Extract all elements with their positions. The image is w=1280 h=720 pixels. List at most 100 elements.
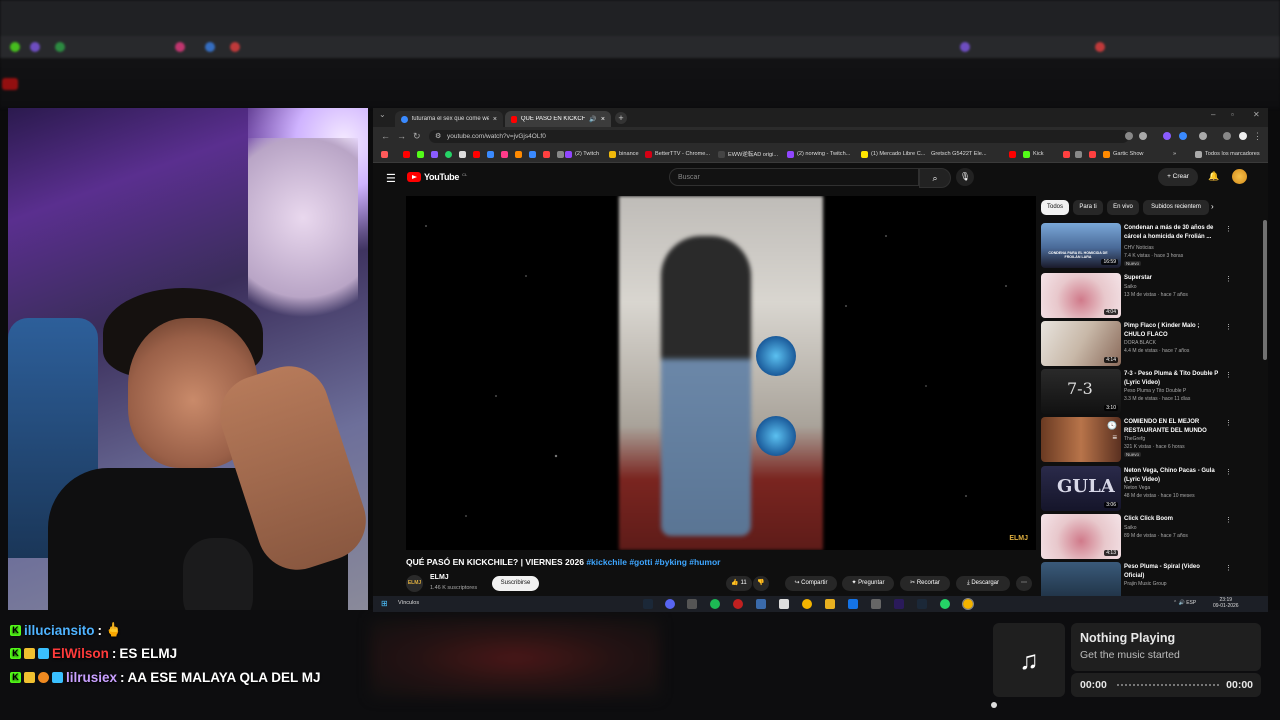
watch-later-icon[interactable]: 🕓: [1107, 421, 1117, 430]
more-vertical-icon[interactable]: ⋮: [1225, 371, 1232, 379]
recommendation-channel[interactable]: Prajin Music Group: [1124, 581, 1167, 587]
speaker-icon[interactable]: 🔊: [589, 116, 596, 123]
bookmark-icon[interactable]: [515, 148, 522, 160]
recommendation-title[interactable]: Click Click Boom: [1124, 515, 1221, 524]
search-button[interactable]: ⌕: [919, 168, 951, 188]
more-vertical-icon[interactable]: ⋮: [1225, 225, 1232, 233]
add-to-queue-icon[interactable]: ≡: [1112, 433, 1117, 442]
bookmark-mercadolibre[interactable]: (1) Mercado Libre C...: [861, 148, 925, 160]
recommendation-channel[interactable]: Neton Vega: [1124, 485, 1150, 491]
chrome-active-icon[interactable]: [962, 598, 974, 610]
recommendation-channel[interactable]: DORA BLACK: [1124, 340, 1156, 346]
whatsapp-icon[interactable]: [445, 148, 452, 160]
bookmark-icon[interactable]: [473, 148, 480, 160]
chat-username[interactable]: lilrusiex: [66, 670, 117, 685]
chip-todos[interactable]: Todos: [1041, 200, 1069, 215]
bookmark-binance[interactable]: binance: [609, 148, 639, 160]
system-tray[interactable]: ⌃ 🔊 ESP: [1173, 600, 1196, 606]
recommendation-channel[interactable]: TheGrefg: [1124, 436, 1145, 442]
more-vertical-icon[interactable]: ⋮: [1225, 564, 1231, 572]
recommendation-title[interactable]: Peso Pluma - Spiral (Video Oficial): [1124, 563, 1221, 580]
recommendation-item[interactable]: 7-3 3:10 7-3 - Peso Pluma & Tito Double …: [1041, 369, 1232, 415]
bookmark-norwing-twitch[interactable]: (2) norwing - Twitch...: [787, 148, 850, 160]
chip-en-vivo[interactable]: En vivo: [1107, 200, 1139, 215]
new-tab-button[interactable]: +: [615, 112, 627, 124]
bookmark-icon[interactable]: [1075, 148, 1082, 160]
chat-username[interactable]: illuciansito: [24, 623, 95, 638]
bookmark-icon[interactable]: [1009, 148, 1016, 160]
app-icon[interactable]: [733, 599, 743, 609]
video-thumbnail[interactable]: CONDENA PARA EL HOMICIDA DE FROILÁN LARA…: [1041, 223, 1121, 268]
recommendation-item[interactable]: GULA 3:06 Neton Vega, Chino Pacas - Gula…: [1041, 466, 1232, 512]
bookmark-icon[interactable]: [431, 148, 438, 160]
progress-track[interactable]: [1117, 684, 1219, 688]
bookmark-star-icon[interactable]: [1139, 132, 1147, 140]
spotify-icon[interactable]: [710, 599, 720, 609]
create-button[interactable]: + Crear: [1158, 168, 1198, 186]
bookmark-icon[interactable]: [557, 148, 564, 160]
chrome-icon[interactable]: [802, 599, 812, 609]
forward-icon[interactable]: →: [397, 131, 406, 141]
bookmark-icon[interactable]: [529, 148, 536, 160]
extensions-puzzle-icon[interactable]: [1199, 132, 1207, 140]
more-vertical-icon[interactable]: ⋮: [1225, 419, 1232, 427]
close-tab-icon[interactable]: ×: [601, 116, 605, 123]
bookmark-eww[interactable]: EWW逆転AD origi...: [718, 148, 778, 160]
address-bar[interactable]: ⚙ youtube.com/watch?v=jvGjs4OLf0: [429, 130, 1129, 143]
recommendation-title[interactable]: Condenan a más de 30 años de cárcel a ho…: [1124, 224, 1221, 241]
avatar[interactable]: [1232, 169, 1247, 184]
reload-icon[interactable]: ↻: [413, 131, 421, 142]
windows-start-icon[interactable]: ⊞: [381, 599, 388, 608]
bookmark-icon[interactable]: [501, 148, 508, 160]
progress-handle[interactable]: [991, 702, 997, 708]
notifications-bell-icon[interactable]: 🔔: [1208, 171, 1219, 182]
chip-para-ti[interactable]: Para ti: [1073, 200, 1103, 215]
bookmark-kick[interactable]: Kick: [1023, 148, 1044, 160]
bookmark-gretsch[interactable]: Gretsch G5422T Ele...: [931, 148, 987, 160]
maximize-icon[interactable]: ▫: [1231, 110, 1234, 119]
video-thumbnail[interactable]: GULA 3:06: [1041, 466, 1121, 511]
install-icon[interactable]: [1125, 132, 1133, 140]
video-player[interactable]: ELMJ: [406, 196, 1036, 550]
recommendation-title[interactable]: Superstar: [1124, 274, 1221, 283]
more-vertical-icon[interactable]: ⋮: [1225, 275, 1232, 283]
chat-username[interactable]: ElWilson: [52, 646, 109, 661]
dislike-button[interactable]: 👎: [753, 576, 769, 591]
recommendation-item[interactable]: 4:04 Superstar Saiko 13 M de vistas · ha…: [1041, 273, 1232, 319]
minimize-icon[interactable]: –: [1211, 110, 1215, 119]
recommendation-title[interactable]: Neton Vega, Chino Pacas - Gula (Lyric Vi…: [1124, 467, 1221, 484]
file-explorer-icon[interactable]: [825, 599, 835, 609]
profile-icon[interactable]: [1239, 132, 1247, 140]
recommendation-channel[interactable]: Saiko: [1124, 525, 1137, 531]
close-tab-icon[interactable]: ×: [493, 116, 497, 123]
x-icon[interactable]: [459, 148, 466, 160]
recommendation-title[interactable]: 7-3 - Peso Pluma & Tito Double P (Lyric …: [1124, 370, 1221, 387]
browser-tab-futurama[interactable]: futurama el sex que come wea ×: [395, 111, 503, 127]
close-window-icon[interactable]: ✕: [1253, 110, 1260, 119]
recommendation-channel[interactable]: CHV Noticias: [1124, 245, 1154, 251]
whatsapp-icon[interactable]: [940, 599, 950, 609]
extension-icon[interactable]: [1163, 132, 1171, 140]
voice-search-button[interactable]: 🎙: [956, 168, 974, 186]
app-icon[interactable]: [756, 599, 766, 609]
bookmark-icon[interactable]: [403, 148, 410, 160]
app-icon[interactable]: [779, 599, 789, 609]
obs-icon[interactable]: [687, 599, 697, 609]
channel-avatar[interactable]: ELMJ: [406, 575, 423, 592]
calculator-icon[interactable]: [871, 599, 881, 609]
video-thumbnail[interactable]: [1041, 562, 1121, 596]
site-info-icon[interactable]: ⚙: [435, 130, 441, 143]
more-actions-button[interactable]: ⋯: [1016, 576, 1032, 591]
video-thumbnail[interactable]: 7-3 3:10: [1041, 369, 1121, 414]
bookmark-icon[interactable]: [487, 148, 494, 160]
channel-name[interactable]: ELMJ: [430, 574, 449, 581]
steam-icon[interactable]: [917, 599, 927, 609]
all-bookmarks[interactable]: Todos los marcadores: [1195, 148, 1260, 160]
page-scrollbar[interactable]: [1263, 220, 1267, 360]
recommendation-item[interactable]: 4:13 Click Click Boom Saiko 89 M de vist…: [1041, 514, 1232, 560]
recommendation-title[interactable]: Pimp Flaco ( Kinder Malo ; CHULO FLACO: [1124, 322, 1221, 339]
back-icon[interactable]: ←: [381, 131, 390, 141]
tab-search-icon[interactable]: ⌄: [379, 110, 386, 119]
like-button[interactable]: 👍 11: [726, 576, 752, 591]
bookmark-icon[interactable]: [1063, 148, 1070, 160]
